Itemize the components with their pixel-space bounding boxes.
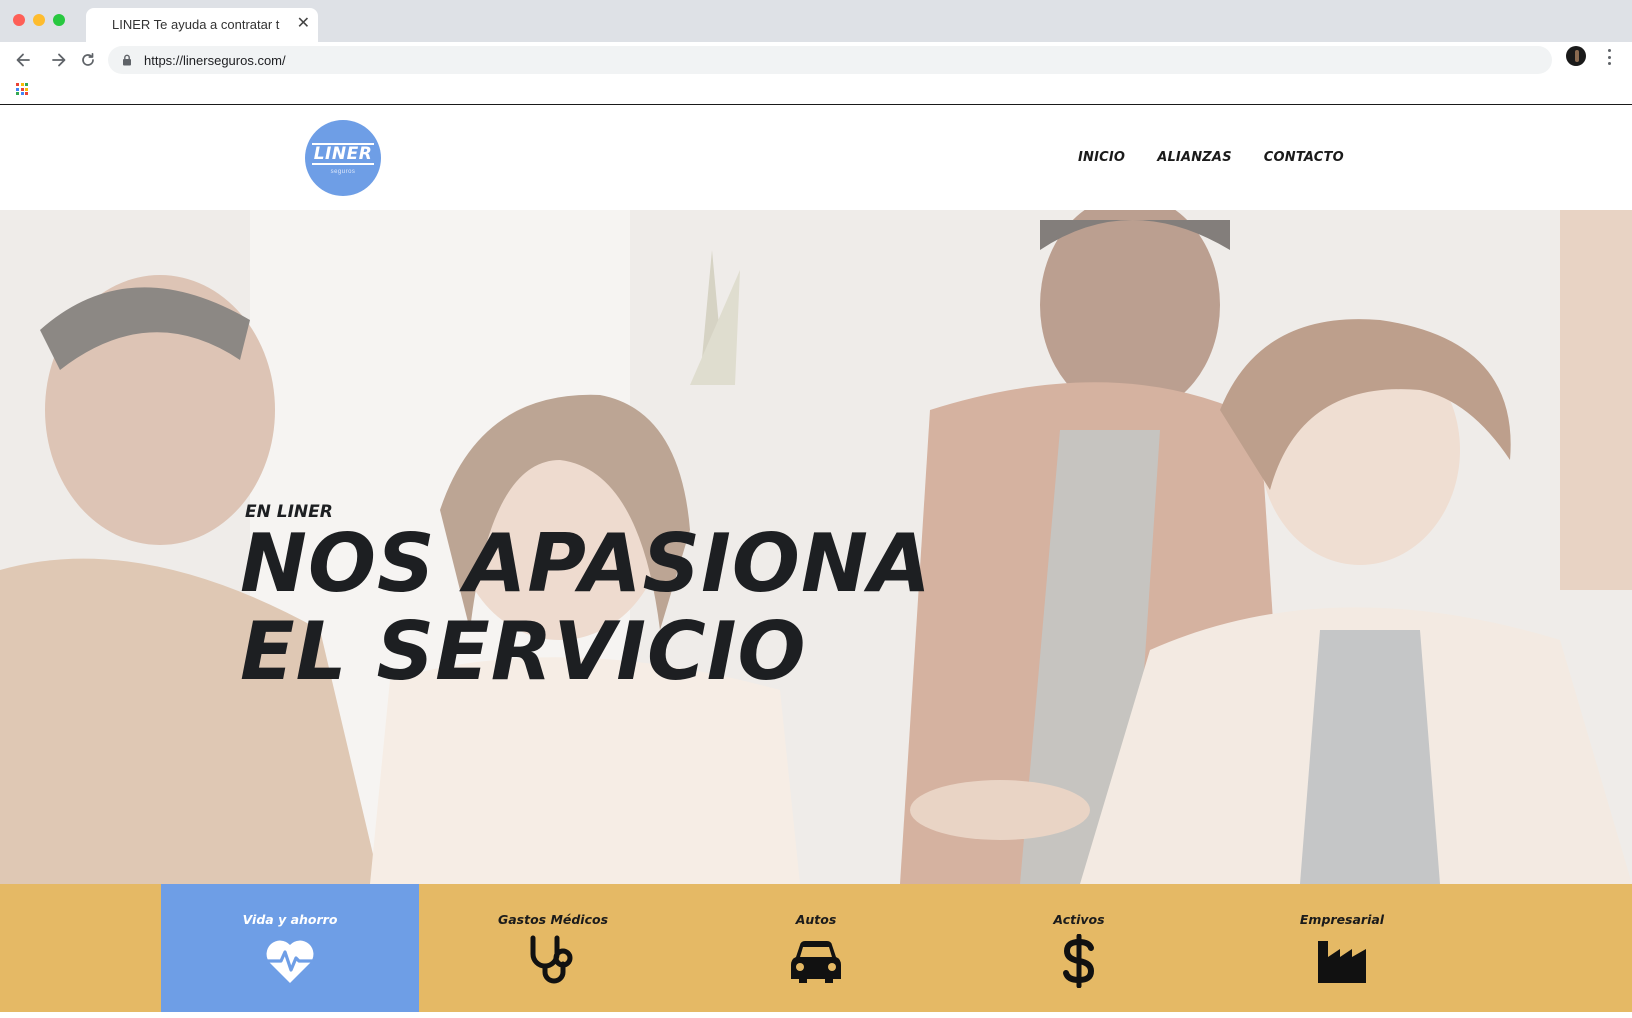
profile-avatar[interactable]: [1566, 46, 1586, 66]
minimize-window-button[interactable]: [33, 14, 45, 26]
car-icon: [788, 934, 844, 988]
nav-link-contacto[interactable]: CONTACTO: [1264, 150, 1344, 165]
service-label: Vida y ahorro: [242, 912, 338, 927]
browser-tab-strip: LINER Te ayuda a contratar t ✕: [0, 0, 1632, 42]
service-autos[interactable]: Autos: [687, 884, 945, 1012]
service-label: Gastos Médicos: [497, 912, 609, 927]
nav-link-inicio[interactable]: INICIO: [1078, 150, 1125, 165]
dollar-icon: [1051, 934, 1107, 988]
tab-title: LINER Te ayuda a contratar t: [112, 17, 280, 32]
service-gastos-medicos[interactable]: Gastos Médicos: [424, 884, 682, 1012]
heartbeat-icon: [262, 934, 318, 988]
reload-icon: [82, 52, 94, 66]
maximize-window-button[interactable]: [53, 14, 65, 26]
service-label: Empresarial: [1299, 912, 1385, 927]
url-text: https://linerseguros.com/: [144, 53, 286, 68]
browser-tab[interactable]: LINER Te ayuda a contratar t ✕: [86, 8, 318, 42]
address-bar[interactable]: https://linerseguros.com/: [108, 46, 1552, 74]
back-button[interactable]: [10, 47, 36, 73]
liner-logo[interactable]: LINER seguros: [305, 120, 381, 196]
services-bar: Vida y ahorro Gastos Médicos Autos Activ…: [0, 884, 1632, 1012]
logo-wordmark: LINER: [311, 143, 375, 165]
service-activos[interactable]: Activos: [950, 884, 1208, 1012]
arrow-right-icon: [52, 53, 66, 67]
service-label: Activos: [1053, 912, 1105, 927]
web-page: LINER seguros INICIO ALIANZAS CONTACTO E…: [0, 106, 1632, 1018]
lock-icon: [123, 54, 131, 66]
browser-menu-icon[interactable]: [1604, 47, 1614, 67]
service-empresarial[interactable]: Empresarial: [1213, 884, 1471, 1012]
nav-link-alianzas[interactable]: ALIANZAS: [1157, 150, 1232, 165]
browser-toolbar: https://linerseguros.com/: [0, 42, 1632, 78]
reload-button[interactable]: [75, 47, 101, 73]
bookmarks-bar: [0, 78, 1632, 105]
factory-icon: [1314, 934, 1370, 988]
stethoscope-icon: [525, 934, 581, 988]
main-navigation: INICIO ALIANZAS CONTACTO: [1078, 150, 1344, 165]
service-vida-ahorro[interactable]: Vida y ahorro: [161, 884, 419, 1012]
close-window-button[interactable]: [13, 14, 25, 26]
hero-title-line-1: NOS APASIONA: [240, 517, 932, 610]
arrow-left-icon: [16, 53, 30, 67]
hero-title-line-2: EL SERVICIO: [240, 605, 807, 698]
logo-subtitle: seguros: [330, 169, 356, 175]
forward-button[interactable]: [46, 47, 72, 73]
site-header: LINER seguros INICIO ALIANZAS CONTACTO: [0, 106, 1632, 210]
apps-grid-icon[interactable]: [16, 83, 28, 95]
service-label: Autos: [795, 912, 837, 927]
hero-title: NOS APASIONA EL SERVICIO: [240, 520, 932, 696]
hero-banner: EN LINER NOS APASIONA EL SERVICIO: [0, 210, 1632, 884]
tab-close-icon[interactable]: ✕: [297, 14, 310, 34]
